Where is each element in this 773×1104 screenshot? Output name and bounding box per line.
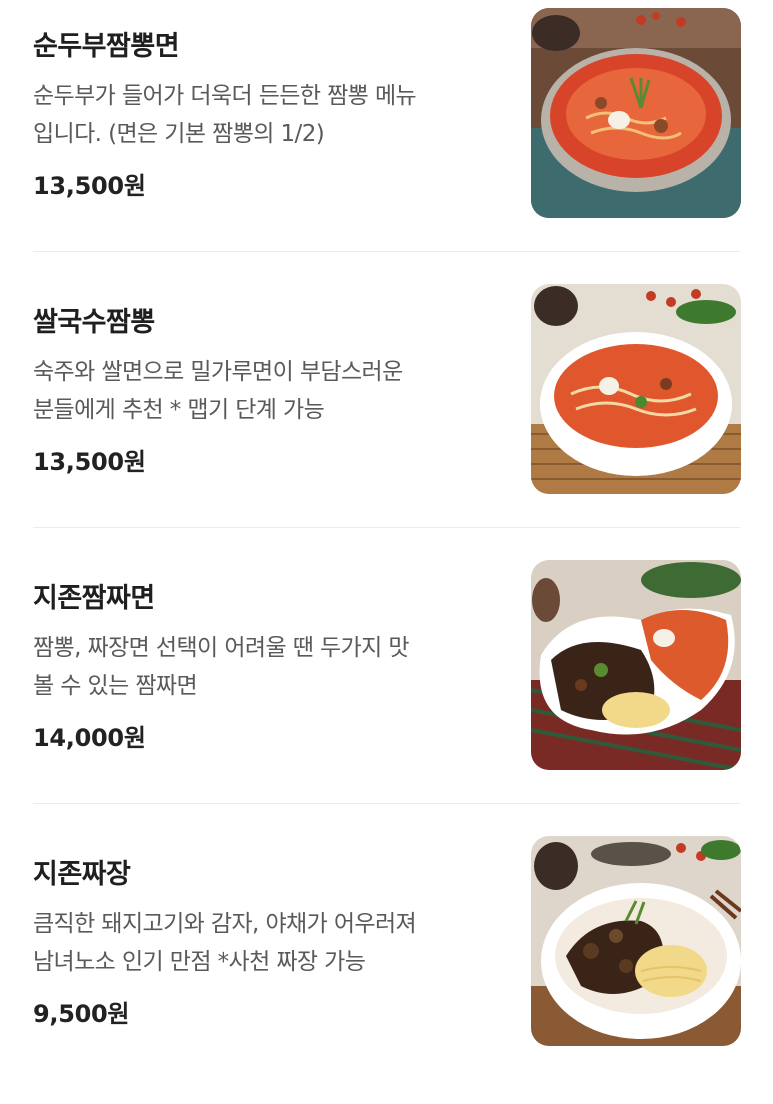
menu-item-description: 큼직한 돼지고기와 감자, 야채가 어우러져 남녀노소 인기 만점 *사천 짜장… xyxy=(33,905,508,981)
menu-item-price: 13,500원 xyxy=(33,172,146,200)
description-line: 남녀노소 인기 만점 *사천 짜장 가능 xyxy=(33,949,366,975)
jjajang-photo[interactable] xyxy=(531,836,741,1046)
menu-item-name: 순두부짬뽕면 xyxy=(33,31,180,62)
description-line: 순두부가 들어가 더욱더 든든한 짬뽕 메뉴 xyxy=(33,83,417,109)
menu-item-description: 순두부가 들어가 더욱더 든든한 짬뽕 메뉴 입니다. (면은 기본 짬뽕의 1… xyxy=(33,77,508,153)
menu-item-name: 지존짬짜면 xyxy=(33,583,155,614)
sundubu-jjamppong-photo[interactable] xyxy=(531,8,741,218)
description-line: 분들에게 추천 * 맵기 단계 가능 xyxy=(33,397,325,423)
description-line: 볼 수 있는 짬짜면 xyxy=(33,673,198,699)
menu-item-rice-noodle-jjamppong[interactable]: 쌀국수짬뽕 숙주와 쌀면으로 밀가루면이 부담스러운 분들에게 추천 * 맵기 … xyxy=(0,276,773,552)
menu-item-price: 9,500원 xyxy=(33,1000,130,1028)
menu-item-description: 숙주와 쌀면으로 밀가루면이 부담스러운 분들에게 추천 * 맵기 단계 가능 xyxy=(33,353,508,429)
menu-list: 순두부짬뽕면 순두부가 들어가 더욱더 든든한 짬뽕 메뉴 입니다. (면은 기… xyxy=(0,0,773,1064)
menu-item-price: 14,000원 xyxy=(33,724,146,752)
divider xyxy=(33,803,740,804)
description-line: 큼직한 돼지고기와 감자, 야채가 어우러져 xyxy=(33,911,417,937)
menu-item-jjajang[interactable]: 지존짜장 큼직한 돼지고기와 감자, 야채가 어우러져 남녀노소 인기 만점 *… xyxy=(0,828,773,1104)
description-line: 입니다. (면은 기본 짬뽕의 1/2) xyxy=(33,121,325,147)
description-line: 숙주와 쌀면으로 밀가루면이 부담스러운 xyxy=(33,359,403,385)
menu-item-name: 지존짜장 xyxy=(33,859,131,890)
jjamjjamyeon-photo[interactable] xyxy=(531,560,741,770)
menu-item-jjamjjamyeon[interactable]: 지존짬짜면 짬뽕, 짜장면 선택이 어려울 땐 두가지 맛 볼 수 있는 짬짜면… xyxy=(0,552,773,828)
divider xyxy=(33,251,740,252)
rice-noodle-jjamppong-photo[interactable] xyxy=(531,284,741,494)
divider xyxy=(33,527,740,528)
menu-item-name: 쌀국수짬뽕 xyxy=(33,307,155,338)
menu-item-price: 13,500원 xyxy=(33,448,146,476)
description-line: 짬뽕, 짜장면 선택이 어려울 땐 두가지 맛 xyxy=(33,635,410,661)
menu-item-description: 짬뽕, 짜장면 선택이 어려울 땐 두가지 맛 볼 수 있는 짬짜면 xyxy=(33,629,508,705)
menu-item-sundubu-jjamppong[interactable]: 순두부짬뽕면 순두부가 들어가 더욱더 든든한 짬뽕 메뉴 입니다. (면은 기… xyxy=(0,0,773,276)
